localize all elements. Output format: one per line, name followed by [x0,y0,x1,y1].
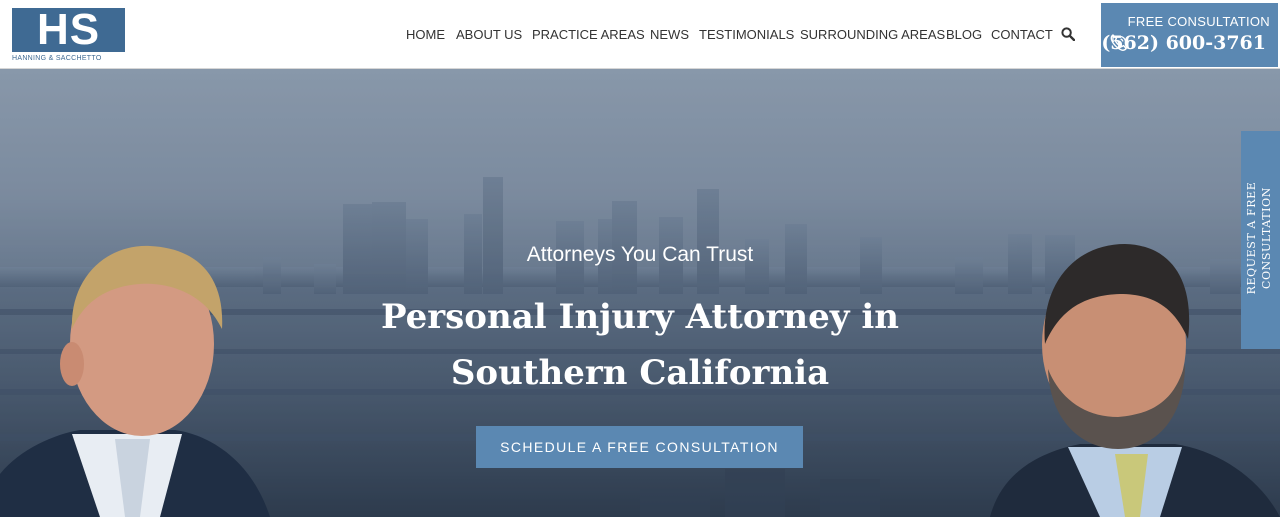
cta-label: FREE CONSULTATION [1127,14,1270,29]
attorney-photo-left [0,245,270,517]
side-tab-label: REQUEST A FREE CONSULTATION [1245,181,1273,295]
hero-headline: Personal Injury Attorney in Southern Cal… [380,297,900,393]
site-header: HS HANNING & SACCHETTO HOME ABOUT US PRA… [0,0,1280,69]
attorney-photo-right [990,244,1280,517]
nav-item-news[interactable]: NEWS [650,27,689,42]
nav-item-surrounding-areas[interactable]: SURROUNDING AREAS [800,27,945,42]
search-icon[interactable] [1061,27,1075,41]
logo-initials: HS [12,8,125,52]
nav-item-testimonials[interactable]: TESTIMONIALS [699,27,794,42]
nav-item-about-us[interactable]: ABOUT US [456,27,522,42]
hero-tagline: Attorneys You Can Trust [526,243,754,266]
schedule-consultation-button[interactable]: SCHEDULE A FREE CONSULTATION [476,426,803,468]
nav-item-blog[interactable]: BLOG [946,27,982,42]
nav-item-practice-areas[interactable]: PRACTICE AREAS [532,27,645,42]
nav-item-contact[interactable]: CONTACT [991,27,1053,42]
cta-phone-number: (562) 600-3761 [1101,32,1266,54]
site-logo[interactable]: HS HANNING & SACCHETTO [12,8,125,64]
nav-item-home[interactable]: HOME [406,27,445,42]
free-consultation-phone-button[interactable]: FREE CONSULTATION (562) 600-3761 [1101,3,1278,67]
logo-subtitle: HANNING & SACCHETTO [12,55,102,62]
hero-section: Attorneys You Can Trust Personal Injury … [0,69,1280,517]
request-consultation-side-tab[interactable]: REQUEST A FREE CONSULTATION [1241,131,1280,349]
